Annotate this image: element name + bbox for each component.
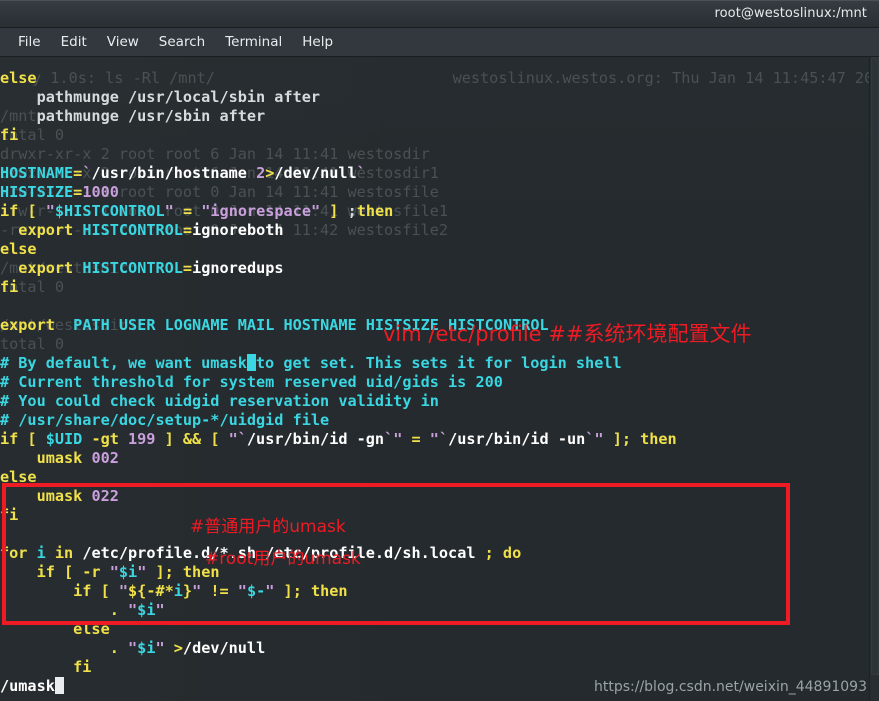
menu-item-help[interactable]: Help <box>292 32 343 52</box>
annotation-vim-command: vim /etc/profile ##系统环境配置文件 <box>383 322 752 346</box>
menu-bar: File Edit View Search Terminal Help <box>0 28 879 57</box>
status-line: /umask <box>0 677 64 696</box>
editor-line: if [ "${-#*i}" != "$-" ]; then <box>0 582 348 600</box>
editor-line: else <box>0 240 37 258</box>
terminal-content[interactable]: y 1.0s: ls -Rl /mnt/ westoslinux.westos.… <box>0 57 879 701</box>
editor-line: else <box>0 620 110 638</box>
editor-line: fi <box>0 278 19 296</box>
text-cursor <box>246 354 256 371</box>
menu-item-terminal[interactable]: Terminal <box>215 32 292 52</box>
editor-line: pathmunge /usr/local/sbin after <box>0 88 321 106</box>
editor-line: fi <box>0 506 19 524</box>
editor-line: export HISTCONTROL=ignoreboth <box>18 221 284 239</box>
editor-text-layer[interactable]: else pathmunge /usr/local/sbin after pat… <box>0 57 869 701</box>
annotation-normal-user-umask: #普通用户的umask <box>190 517 346 537</box>
terminal-window: root@westoslinux:/mnt File Edit View Sea… <box>0 0 879 701</box>
editor-line: HISTSIZE=1000 <box>0 183 119 201</box>
editor-line: umask 022 <box>0 487 119 505</box>
editor-line: export HISTCONTROL=ignoredups <box>18 259 284 277</box>
editor-line: if [ "$HISTCONTROL" = "ignorespace" ] ;t… <box>0 202 394 220</box>
watermark-url: https://blog.csdn.net/weixin_44891093 <box>593 679 867 695</box>
editor-line: # /usr/share/doc/setup-*/uidgid file <box>0 411 330 429</box>
menu-item-edit[interactable]: Edit <box>51 32 97 52</box>
status-line-text: /umask <box>0 677 55 695</box>
block-cursor <box>54 677 64 694</box>
window-title: root@westoslinux:/mnt <box>714 6 867 21</box>
menu-item-file[interactable]: File <box>8 32 51 52</box>
editor-line: else <box>0 69 37 87</box>
editor-line: # Current threshold for system reserved … <box>0 373 503 391</box>
editor-line: else <box>0 468 37 486</box>
editor-line: . "$i" >/dev/null <box>0 639 266 657</box>
annotation-root-user-umask: #root用户的umask <box>205 549 361 569</box>
vertical-scrollbar[interactable] <box>869 57 879 701</box>
editor-line: fi <box>0 658 92 676</box>
editor-line: # You could check uidgid reservation val… <box>0 392 439 410</box>
editor-line: fi <box>0 126 19 144</box>
editor-line: pathmunge /usr/sbin after <box>0 107 266 125</box>
editor-line: HOSTNAME=`/usr/bin/hostname 2>/dev/null` <box>0 164 366 182</box>
editor-line: if [ -r "$i" ]; then <box>0 563 220 581</box>
scrollbar-thumb[interactable] <box>871 57 879 675</box>
editor-line: if [ $UID -gt 199 ] && [ "`/usr/bin/id -… <box>0 430 677 448</box>
title-bar: root@westoslinux:/mnt <box>0 0 879 28</box>
editor-line: # By default, we want umask to get set. T… <box>0 354 622 372</box>
editor-line: . "$i" <box>0 601 165 619</box>
menu-item-view[interactable]: View <box>97 32 149 52</box>
menu-item-search[interactable]: Search <box>149 32 215 52</box>
editor-line: umask 002 <box>0 449 119 467</box>
